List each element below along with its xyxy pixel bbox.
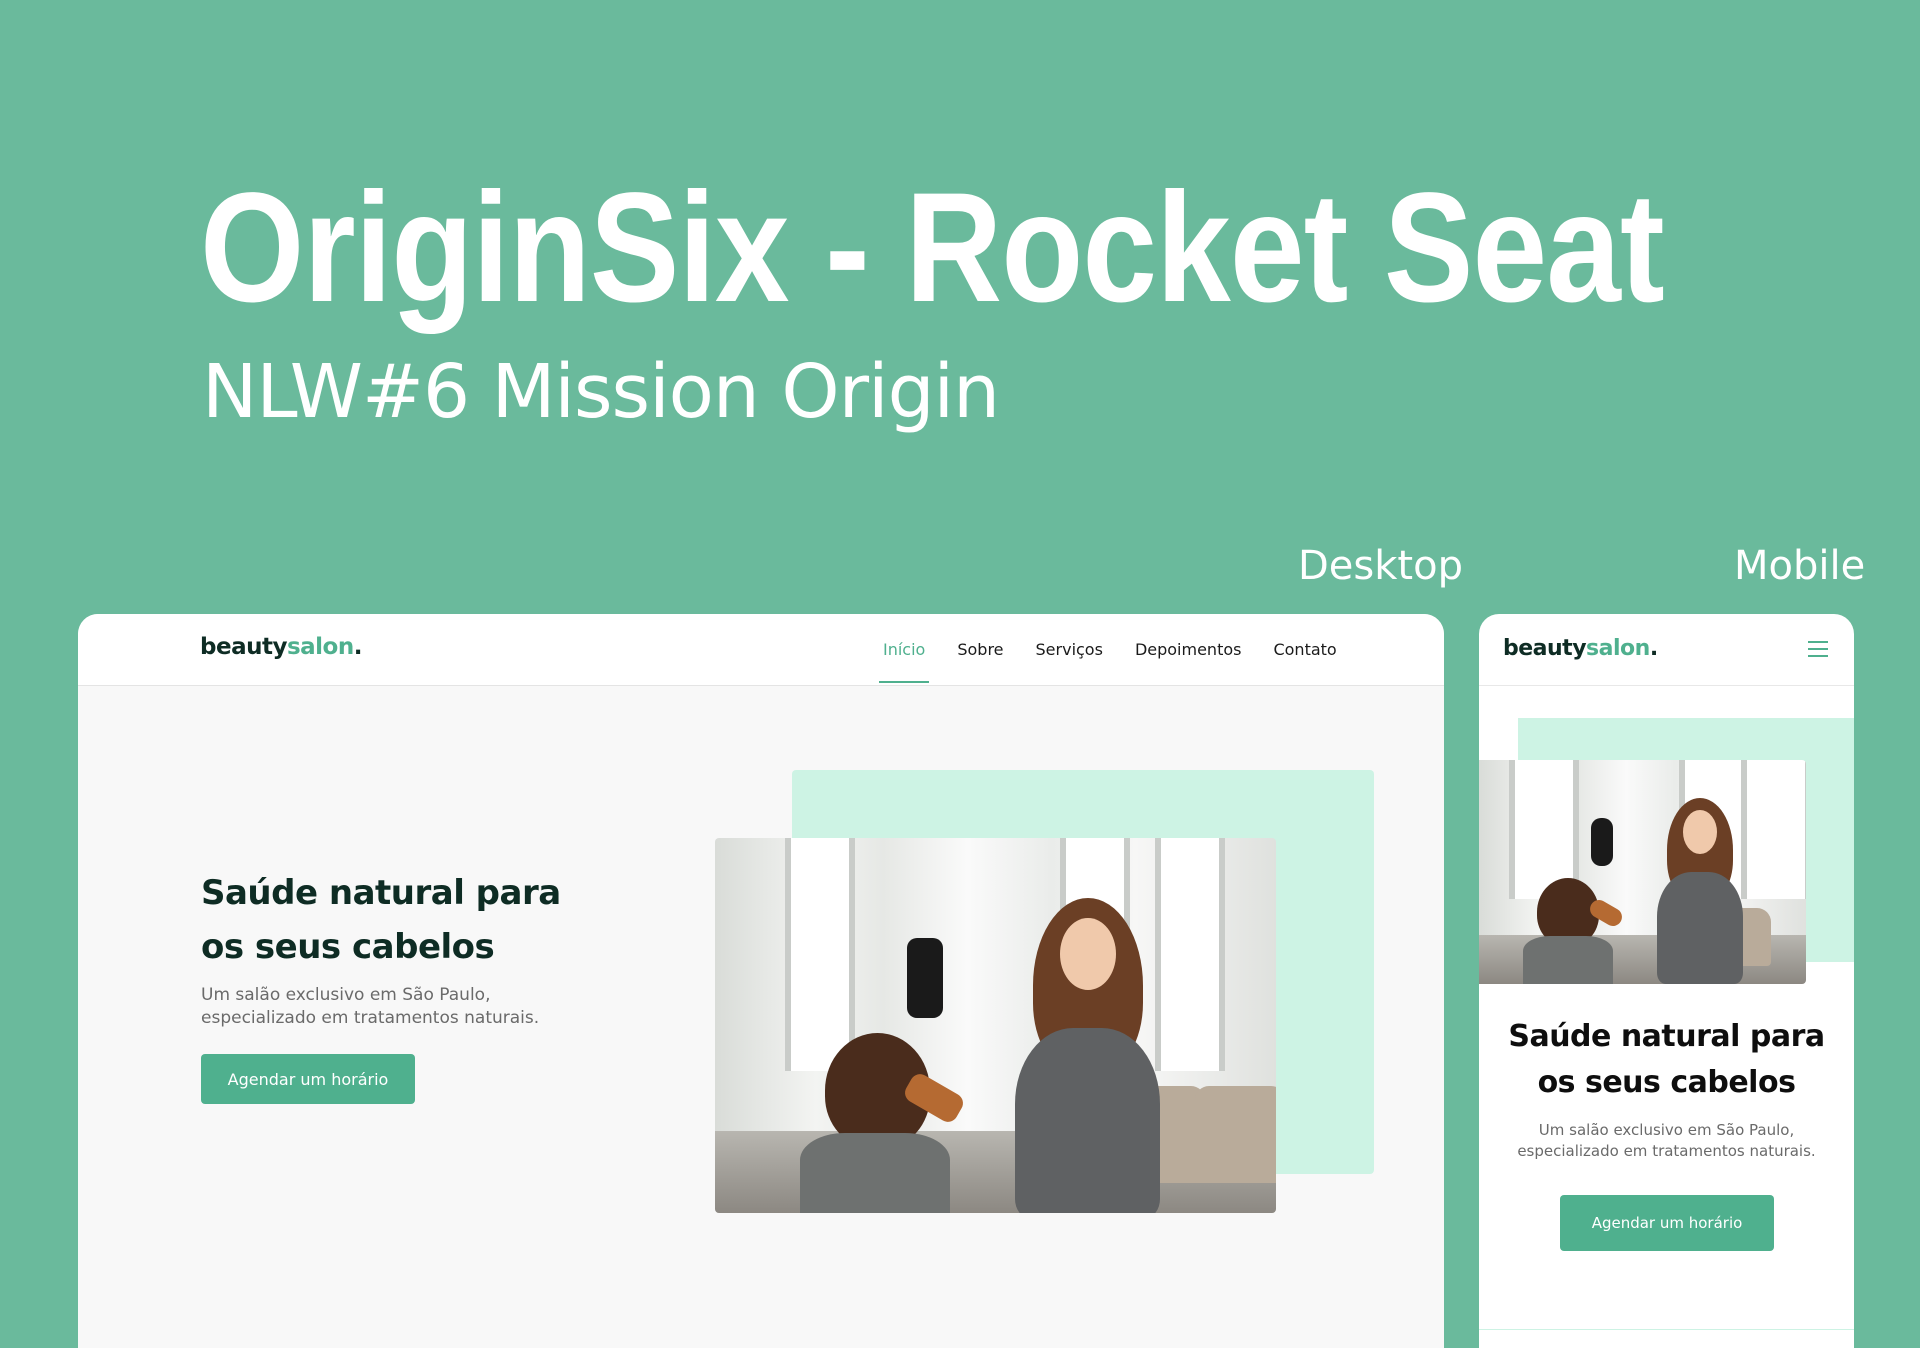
headline-line-2: os seus cabelos — [201, 927, 495, 967]
headline-line-1: Saúde natural para — [1508, 1019, 1825, 1054]
banner-subtitle: NLW#6 Mission Origin — [202, 349, 1000, 435]
mobile-headline: Saúde natural para os seus cabelos — [1479, 1014, 1854, 1106]
logo-main: beauty — [200, 634, 287, 660]
description-line-1: Um salão exclusivo em São Paulo, — [1538, 1121, 1795, 1139]
nav-item-sobre[interactable]: Sobre — [957, 640, 1003, 683]
mobile-logo[interactable]: beautysalon. — [1503, 636, 1658, 661]
desktop-logo[interactable]: beautysalon. — [200, 634, 363, 660]
nav-item-contato[interactable]: Contato — [1273, 640, 1336, 683]
headline-line-2: os seus cabelos — [1537, 1065, 1796, 1100]
logo-accent: salon — [1586, 636, 1650, 661]
nav-item-servicos[interactable]: Serviços — [1036, 640, 1103, 683]
desktop-nav: Início Sobre Serviços Depoimentos Contat… — [878, 640, 1369, 683]
hamburger-menu-icon[interactable] — [1808, 641, 1828, 657]
desktop-label: Desktop — [1298, 543, 1463, 589]
description-line-2: especializado em tratamentos naturais. — [201, 1008, 540, 1028]
mobile-description: Um salão exclusivo em São Paulo, especia… — [1499, 1120, 1834, 1162]
desktop-description: Um salão exclusivo em São Paulo, especia… — [201, 984, 581, 1030]
desktop-hero-photo — [715, 838, 1276, 1213]
description-line-1: Um salão exclusivo em São Paulo, — [201, 985, 491, 1005]
desktop-mockup: beautysalon. Início Sobre Serviços Depoi… — [78, 614, 1444, 1348]
headline-line-1: Saúde natural para — [201, 873, 561, 913]
desktop-cta-button[interactable]: Agendar um horário — [201, 1054, 415, 1104]
desktop-headline: Saúde natural para os seus cabelos — [201, 866, 621, 974]
mobile-label: Mobile — [1734, 543, 1866, 589]
nav-item-inicio[interactable]: Início — [878, 640, 930, 683]
mobile-cta-button[interactable]: Agendar um horário — [1560, 1195, 1774, 1251]
banner-title: OriginSix - Rocket Seat — [200, 161, 1665, 335]
logo-dot: . — [353, 634, 363, 660]
mobile-header: beautysalon. — [1479, 614, 1854, 686]
logo-accent: salon — [286, 634, 354, 660]
mobile-mockup: beautysalon. Saúde natural para os seus … — [1479, 614, 1854, 1348]
nav-item-depoimentos[interactable]: Depoimentos — [1135, 640, 1242, 683]
mobile-hero-photo — [1479, 760, 1806, 984]
logo-main: beauty — [1503, 636, 1587, 661]
mobile-section-divider — [1479, 1329, 1854, 1330]
logo-dot: . — [1649, 636, 1658, 661]
desktop-header: beautysalon. Início Sobre Serviços Depoi… — [78, 614, 1444, 686]
description-line-2: especializado em tratamentos naturais. — [1517, 1142, 1816, 1160]
